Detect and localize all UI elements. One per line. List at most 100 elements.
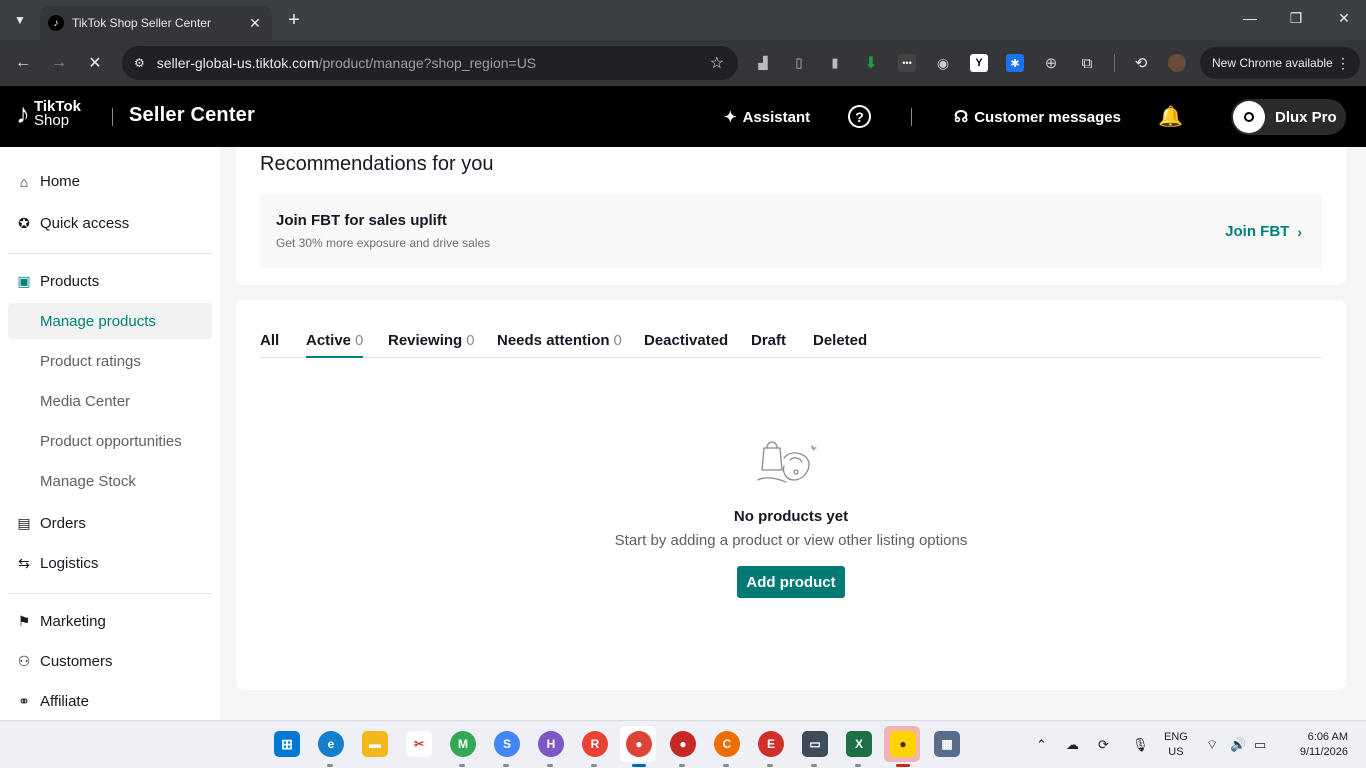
wifi-icon[interactable]: ⌔ [1206,737,1218,753]
forward-arrow-icon[interactable]: → [48,52,70,74]
bookmark-star-icon[interactable]: ☆ [710,53,724,73]
excel-icon[interactable]: X [846,731,872,757]
headset-icon: ☊ [954,109,969,126]
site-info-icon[interactable]: ⚙ [134,56,145,70]
chrome-profile-m-icon[interactable]: M [450,731,476,757]
customer-messages-button[interactable]: ☊ Customer messages [954,107,1121,127]
sidebar-item-customers[interactable]: ⚇ Customers [16,653,113,670]
profile-avatar-icon[interactable] [1168,54,1186,72]
fbt-banner: Join FBT for sales uplift Get 30% more e… [260,194,1322,268]
extensions-puzzle-icon[interactable]: ⧉ [1078,54,1096,72]
extension-signal-icon[interactable]: ▟ [754,54,772,72]
running-indicator [896,764,910,767]
calculator-icon[interactable]: ▦ [934,731,960,757]
chat-bubble-icon[interactable]: ● [890,731,916,757]
battery-icon[interactable]: ▭ [1254,737,1266,753]
performance-icon[interactable]: ⟲ [1132,54,1150,72]
window-close-icon[interactable]: ✕ [1334,10,1354,27]
home-icon: ⌂ [19,173,29,190]
minimize-icon[interactable]: — [1240,10,1260,26]
sidebar-item-products[interactable]: ▣ Products [16,273,99,290]
running-indicator [459,764,465,767]
extension-dots-icon[interactable]: ••• [898,54,916,72]
tab-draft[interactable]: Draft [751,332,786,358]
chrome-profile-e-icon[interactable]: E [758,731,784,757]
running-indicator [855,764,861,767]
remote-desktop-icon[interactable]: ▭ [802,731,828,757]
sidebar-item-label-active: Manage products [40,313,156,330]
microphone-icon[interactable]: 🎙 [1132,737,1149,753]
sidebar-item-manage-stock[interactable]: Manage Stock [40,473,136,490]
sidebar-item-affiliate[interactable]: ⚭ Affiliate [16,693,89,710]
people-icon: ⚇ [17,653,31,669]
user-account-button[interactable]: Dlux Pro [1231,99,1346,135]
recommendations-title: Recommendations for you [260,153,494,175]
sync-icon[interactable]: ⟳ [1098,737,1109,753]
sidebar-item-product-opportunities[interactable]: Product opportunities [40,433,182,450]
chrome-profile-h-icon[interactable]: H [538,731,564,757]
join-fbt-link[interactable]: Join FBT › [1225,223,1302,240]
assistant-label: Assistant [742,108,811,126]
browser-tab[interactable]: ♪ TikTok Shop Seller Center ✕ [40,6,272,40]
browser-toolbar: ← → ✕ ⚙ seller-global-us.tiktok.com/prod… [0,40,1366,86]
tab-active[interactable]: Active 0 [306,332,364,358]
extension-eye-icon[interactable]: ◉ [934,54,952,72]
user-name: Dlux Pro [1275,108,1337,126]
stop-loading-icon[interactable]: ✕ [84,52,106,74]
sidebar-item-marketing[interactable]: ⚑ Marketing [16,613,106,630]
tab-reviewing[interactable]: Reviewing 0 [388,332,475,358]
chrome-profile-r-icon[interactable]: R [582,731,608,757]
address-bar[interactable]: ⚙ seller-global-us.tiktok.com/product/ma… [122,46,738,80]
file-explorer-icon[interactable]: ▬ [362,731,388,757]
tab-close-icon[interactable]: ✕ [246,15,264,32]
sidebar-item-media-center[interactable]: Media Center [40,393,130,410]
chrome-active-icon[interactable]: ● [626,731,652,757]
tab-deleted[interactable]: Deleted [813,332,867,358]
tab-deactivated[interactable]: Deactivated [644,332,728,358]
update-chrome-button[interactable]: New Chrome available ⋮ [1200,47,1360,79]
tab-all[interactable]: All [260,332,279,358]
snipping-tool-icon[interactable]: ✂ [406,731,432,757]
chrome-profile-red-icon[interactable]: ● [670,731,696,757]
extension-phone-icon[interactable]: ▯ [790,54,808,72]
chrome-profile-s-icon[interactable]: S [494,731,520,757]
empty-state-subtitle: Start by adding a product or view other … [614,532,968,549]
sidebar-item-logistics[interactable]: ⇆ Logistics [16,555,98,572]
back-arrow-icon[interactable]: ← [12,52,34,74]
chrome-menu-dots-icon[interactable]: ⋮ [1336,55,1350,72]
add-product-button[interactable]: Add product [737,566,845,598]
notification-bell-icon[interactable]: 🔔 [1158,104,1183,129]
extension-download-icon[interactable]: ⬇ [862,54,880,72]
tab-search-chevron-icon[interactable]: ▼ [8,8,32,32]
affiliate-icon: ⚭ [18,693,30,709]
volume-icon[interactable]: 🔊 [1230,737,1246,753]
extension-clipboard-icon[interactable]: ▮ [826,54,844,72]
tab-title: TikTok Shop Seller Center [72,16,211,30]
running-indicator [723,764,729,767]
help-question-icon[interactable]: ? [848,105,871,128]
system-clock[interactable]: 6:06 AM 9/11/2026 [1290,730,1348,760]
sidebar-item-product-ratings[interactable]: Product ratings [40,353,141,370]
input-language[interactable]: ENG US [1164,730,1188,760]
edge-browser-icon[interactable]: e [318,731,344,757]
running-indicator [679,764,685,767]
extension-y-icon[interactable]: Y [970,54,988,72]
tray-overflow-chevron-icon[interactable]: ⌃ [1036,737,1047,753]
assistant-button[interactable]: ✦ Assistant [724,108,811,127]
star-circle-icon: ✪ [18,215,30,231]
page-title: Seller Center [129,104,255,126]
restore-icon[interactable]: ❐ [1286,10,1306,27]
extension-gear-icon[interactable]: ✱ [1006,54,1024,72]
windows-start-icon[interactable]: ⊞ [274,731,300,757]
running-indicator [503,764,509,767]
tab-needs-attention[interactable]: Needs attention 0 [497,332,622,358]
sidebar-item-quick-access[interactable]: ✪ Quick access [16,215,129,232]
extension-globe-icon[interactable]: ⊕ [1042,54,1060,72]
tiktok-favicon-icon: ♪ [48,15,64,31]
new-tab-plus-icon[interactable]: + [282,8,306,32]
chrome-profile-c-icon[interactable]: C [714,731,740,757]
running-indicator-active [632,764,646,767]
onedrive-offline-icon[interactable]: ☁ [1066,737,1079,753]
tiktok-shop-logo[interactable]: ♪ TikTok Shop [16,99,81,128]
sidebar-item-home[interactable]: ⌂ Home [16,173,80,190]
